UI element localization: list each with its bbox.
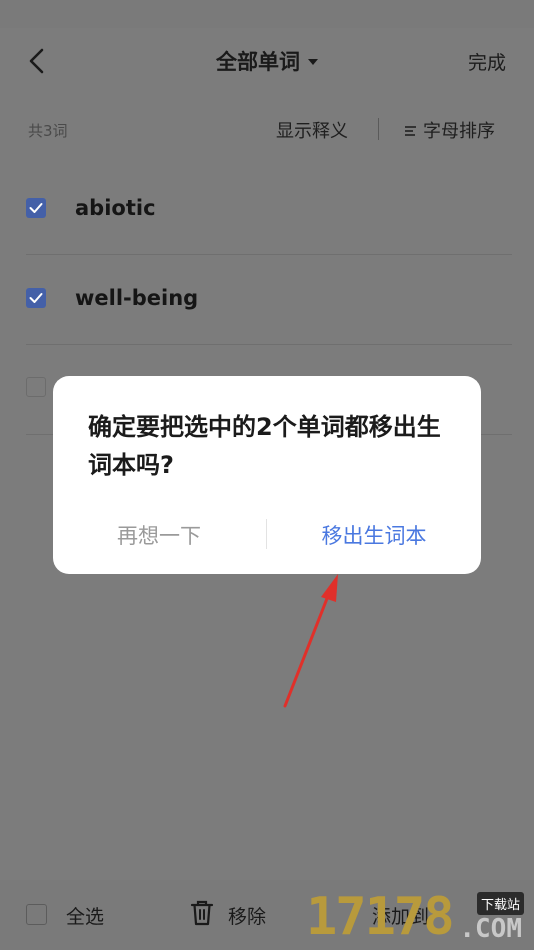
trash-icon: [190, 900, 214, 926]
remove-button[interactable]: [190, 899, 214, 929]
list-item[interactable]: well-being: [0, 255, 534, 345]
checkbox-checked[interactable]: [26, 288, 46, 308]
list-item[interactable]: abiotic: [0, 165, 534, 255]
watermark-logo: 17178 下载站 .COM: [306, 888, 526, 946]
cancel-button[interactable]: 再想一下: [53, 520, 265, 550]
check-icon: [29, 293, 43, 303]
sort-label: 字母排序: [423, 121, 495, 142]
dialog-message: 确定要把选中的2个单词都移出生词本吗?: [88, 413, 441, 479]
show-definition-button[interactable]: 显示释义: [276, 117, 348, 143]
select-all-label[interactable]: 全选: [66, 902, 104, 929]
bottom-action-bar: 全选 移除 添加到 17178 下载站 .COM: [0, 880, 534, 950]
sort-list-icon: [405, 125, 416, 137]
wordbook-filter-dropdown[interactable]: 全部单词: [0, 46, 534, 76]
page-title: 全部单词: [216, 50, 300, 74]
confirm-remove-dialog: 确定要把选中的2个单词都移出生词本吗? 再想一下 移出生词本: [53, 376, 481, 574]
status-bar: [0, 0, 534, 28]
word-count: 共3词: [28, 122, 68, 140]
select-all-checkbox[interactable]: [26, 904, 47, 925]
watermark-domain: .COM: [459, 914, 522, 944]
check-icon: [29, 203, 43, 213]
confirm-remove-button[interactable]: 移出生词本: [267, 520, 481, 550]
sort-button[interactable]: 字母排序: [405, 117, 495, 143]
watermark-number: 17178: [306, 887, 455, 947]
done-button[interactable]: 完成: [468, 48, 506, 75]
remove-label[interactable]: 移除: [228, 902, 266, 929]
top-bar: 全部单词 完成: [0, 28, 534, 94]
word-text: abiotic: [75, 196, 156, 220]
checkbox-unchecked[interactable]: [26, 377, 46, 397]
caret-down-icon: [308, 58, 318, 65]
toolbar-divider: [378, 118, 379, 140]
word-text: well-being: [75, 286, 199, 310]
list-toolbar: 共3词 显示释义 字母排序: [0, 108, 534, 148]
watermark-badge: 下载站: [476, 892, 524, 915]
checkbox-checked[interactable]: [26, 198, 46, 218]
